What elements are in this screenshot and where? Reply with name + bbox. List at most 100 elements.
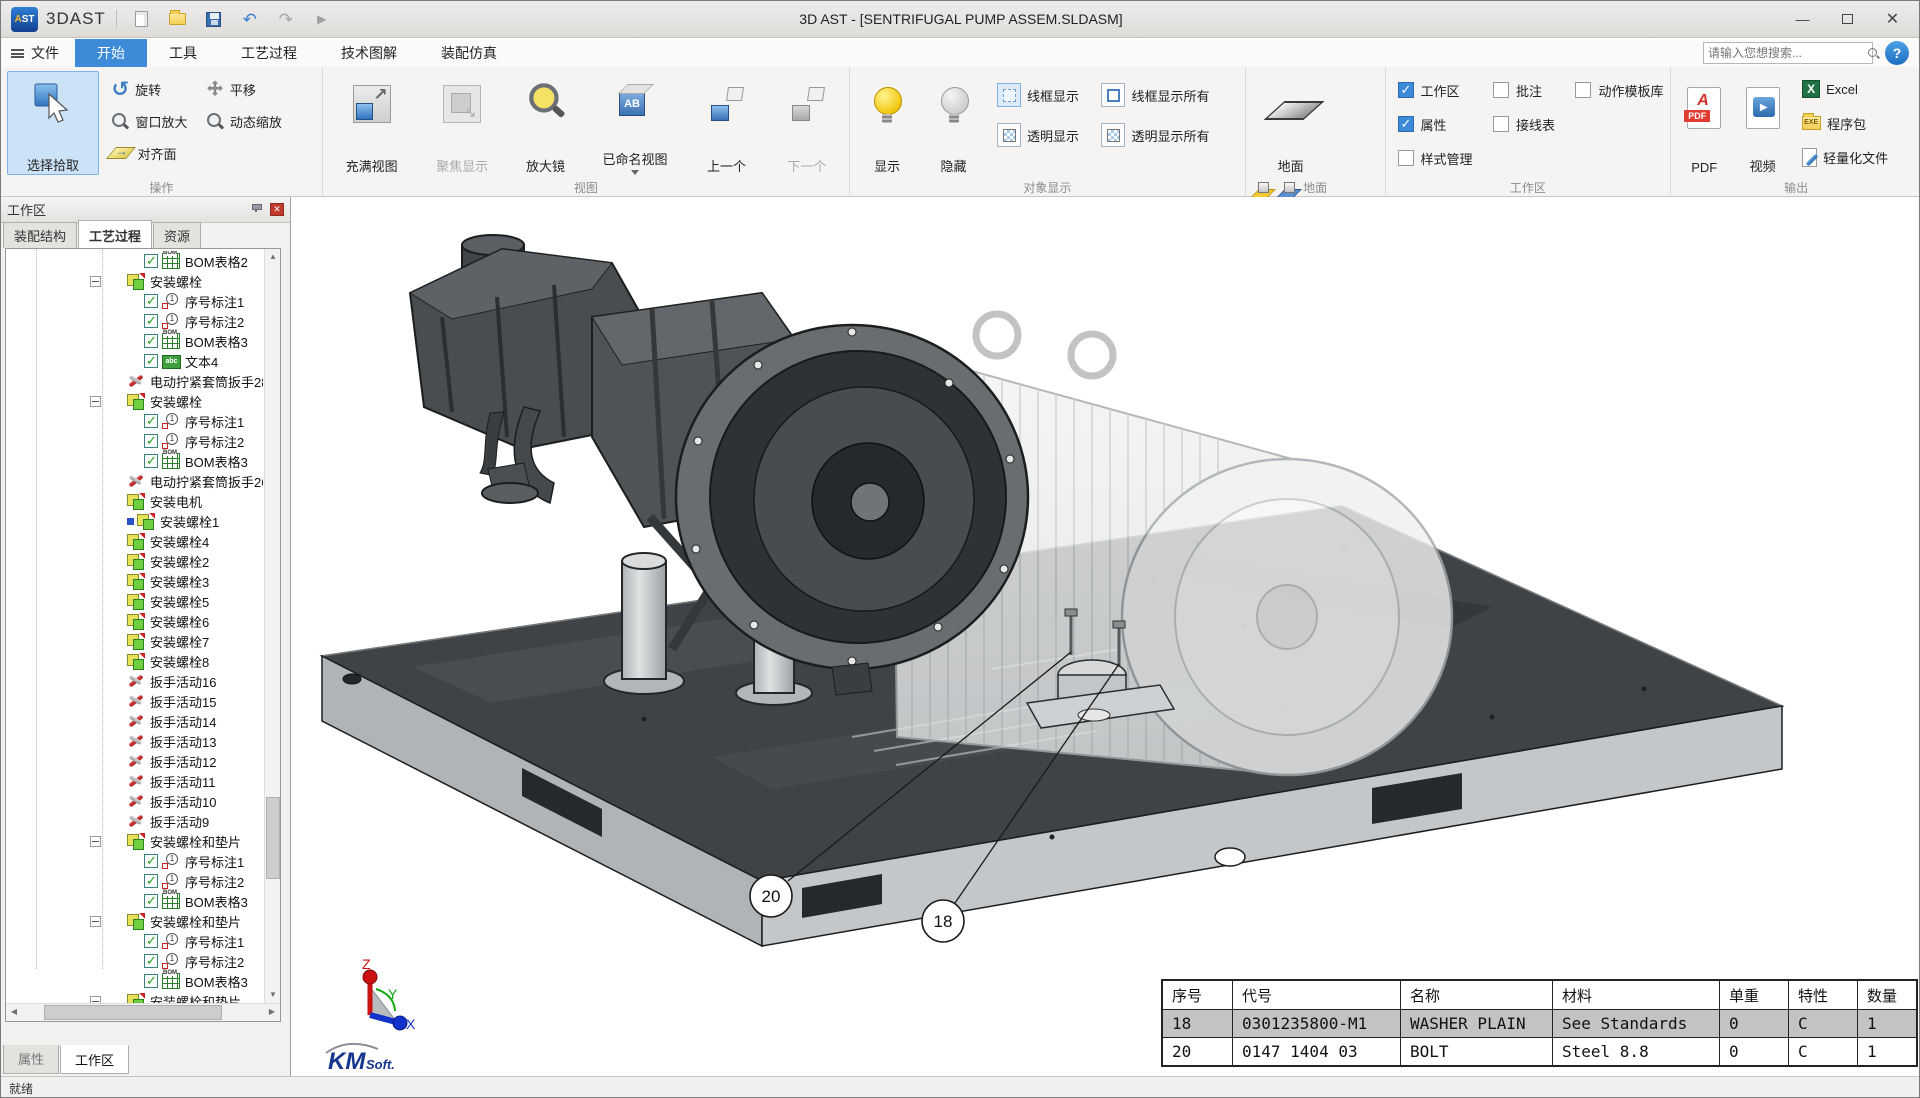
tree-item[interactable]: 安装螺栓和垫片 <box>6 911 263 931</box>
tree-item[interactable]: BOM表格3 <box>6 891 263 911</box>
tree-item[interactable]: 安装螺栓和垫片 <box>6 831 263 851</box>
tree-item[interactable]: 序号标注2 <box>6 431 263 451</box>
close-button[interactable]: ✕ <box>1870 1 1915 37</box>
collapse-icon[interactable] <box>90 916 101 927</box>
file-menu[interactable]: 文件 <box>1 39 75 67</box>
tree-item[interactable]: 扳手活动9 <box>6 811 263 831</box>
tree-item-checkbox[interactable] <box>144 454 158 468</box>
save-button[interactable] <box>199 6 229 32</box>
tree-item[interactable]: 电动拧紧套筒扳手26 <box>6 471 263 491</box>
tree-item-checkbox[interactable] <box>144 894 158 908</box>
tree-item[interactable]: 扳手活动14 <box>6 711 263 731</box>
align-face-button[interactable]: 对齐面 <box>111 137 187 169</box>
tree-item[interactable]: 安装螺栓4 <box>6 531 263 551</box>
new-file-button[interactable] <box>127 6 157 32</box>
pan-button[interactable]: 平移 <box>206 73 282 105</box>
tree-item[interactable]: 安装螺栓6 <box>6 611 263 631</box>
tree-item[interactable]: 序号标注1 <box>6 931 263 951</box>
vertical-scroll-thumb[interactable] <box>266 797 280 879</box>
select-pick-button[interactable]: 选择拾取 <box>7 71 99 175</box>
redo-button[interactable]: ↷ <box>271 6 301 32</box>
ground-button[interactable]: 地面 <box>1252 71 1330 175</box>
horizontal-scroll-thumb[interactable] <box>44 1005 222 1020</box>
wiring-table-toggle[interactable]: 接线表 <box>1493 107 1555 141</box>
help-button[interactable]: ? <box>1885 41 1909 65</box>
tree-item[interactable]: 电动拧紧套筒扳手28 <box>6 371 263 391</box>
balloon-20[interactable]: 20 <box>750 875 792 917</box>
quick-access-more-button[interactable]: ▶ <box>307 6 337 32</box>
show-button[interactable]: 显示 <box>856 71 918 175</box>
collapse-icon[interactable] <box>90 836 101 847</box>
rotate-button[interactable]: ↺旋转 <box>111 73 187 105</box>
collapse-icon[interactable] <box>90 276 101 287</box>
dynamic-zoom-button[interactable]: 动态缩放 <box>206 105 282 137</box>
3d-viewport[interactable]: 20 18 Z Y X K <box>292 197 1920 1076</box>
tree-item[interactable]: 安装螺栓 <box>6 391 263 411</box>
named-views-button[interactable]: 已命名视图 <box>586 71 684 175</box>
tree-item[interactable]: 安装螺栓2 <box>6 551 263 571</box>
tree-item[interactable]: 安装螺栓5 <box>6 591 263 611</box>
tree-item-checkbox[interactable] <box>144 334 158 348</box>
tree-item[interactable]: 扳手活动12 <box>6 751 263 771</box>
previous-view-button[interactable]: 上一个 <box>688 71 764 175</box>
panel-close-button[interactable]: ✕ <box>270 203 284 216</box>
tree-item-checkbox[interactable] <box>144 854 158 868</box>
tree-item[interactable]: 序号标注2 <box>6 311 263 331</box>
collapse-icon[interactable] <box>90 996 101 1004</box>
tree-item[interactable]: 安装螺栓和垫片 <box>6 991 263 1003</box>
tree-item[interactable]: 序号标注1 <box>6 411 263 431</box>
tree-item[interactable]: BOM表格3 <box>6 971 263 991</box>
bom-table-row[interactable]: 20 0147 1404 03 BOLT Steel 8.8 0 C 1 <box>1163 1037 1916 1065</box>
search-icon[interactable] <box>1867 47 1880 60</box>
transparent-all-button[interactable]: 透明显示所有 <box>1101 119 1209 151</box>
panel-bottom-tab[interactable]: 工作区 <box>60 1045 129 1074</box>
tree-item[interactable]: 扳手活动13 <box>6 731 263 751</box>
ribbon-tab[interactable]: 开始 <box>75 39 147 67</box>
wireframe-all-button[interactable]: 线框显示所有 <box>1101 79 1209 111</box>
scroll-left-icon[interactable]: ◀ <box>6 1004 22 1020</box>
fit-view-button[interactable]: 充满视图 <box>329 71 415 175</box>
tree-item[interactable]: BOM表格3 <box>6 331 263 351</box>
wireframe-display-button[interactable]: 线框显示 <box>997 79 1079 111</box>
horizontal-scrollbar[interactable]: ◀ ▶ <box>6 1003 280 1021</box>
panel-tab[interactable]: 工艺过程 <box>78 220 152 248</box>
tree-item-checkbox[interactable] <box>144 434 158 448</box>
window-zoom-button[interactable]: 窗口放大 <box>111 105 187 137</box>
collapse-icon[interactable] <box>90 396 101 407</box>
panel-tab[interactable]: 装配结构 <box>3 222 77 248</box>
tree-item[interactable]: 序号标注1 <box>6 291 263 311</box>
tree-item[interactable]: 扳手活动11 <box>6 771 263 791</box>
tree-item[interactable]: 扳手活动10 <box>6 791 263 811</box>
export-package-button[interactable]: 程序包 <box>1802 107 1888 139</box>
ribbon-tab[interactable]: 工具 <box>147 39 219 67</box>
property-toggle[interactable]: 属性 <box>1398 107 1473 141</box>
tree-item-checkbox[interactable] <box>144 974 158 988</box>
hide-button[interactable]: 隐藏 <box>923 71 985 175</box>
ribbon-tab[interactable]: 技术图解 <box>319 39 419 67</box>
tree-item[interactable]: 序号标注1 <box>6 851 263 871</box>
search-box[interactable] <box>1703 42 1873 64</box>
tree-item-checkbox[interactable] <box>144 314 158 328</box>
style-management-toggle[interactable]: 样式管理 <box>1398 141 1473 175</box>
export-video-button[interactable]: ▶ 视频 <box>1736 71 1790 175</box>
tree-item[interactable]: 安装螺栓7 <box>6 631 263 651</box>
scroll-down-icon[interactable]: ▼ <box>265 987 281 1003</box>
ribbon-tab[interactable]: 工艺过程 <box>219 39 319 67</box>
scroll-up-icon[interactable]: ▲ <box>265 249 281 265</box>
panel-bottom-tab[interactable]: 属性 <box>3 1045 59 1074</box>
bom-table-row[interactable]: 18 0301235800-M1 WASHER PLAIN See Standa… <box>1163 1009 1916 1037</box>
scroll-right-icon[interactable]: ▶ <box>264 1004 280 1020</box>
tree-item[interactable]: 安装电机 <box>6 491 263 511</box>
tree-item-checkbox[interactable] <box>144 954 158 968</box>
ribbon-tab[interactable]: 装配仿真 <box>419 39 519 67</box>
tree-item[interactable]: BOM表格3 <box>6 451 263 471</box>
vertical-scrollbar[interactable]: ▲ ▼ <box>264 249 280 1003</box>
tree-item-checkbox[interactable] <box>144 414 158 428</box>
tree-item[interactable]: BOM表格2 <box>6 251 263 271</box>
tree-item[interactable]: 安装螺栓1 <box>6 511 263 531</box>
tree-item[interactable]: 扳手活动16 <box>6 671 263 691</box>
maximize-button[interactable] <box>1825 1 1870 37</box>
export-light-file-button[interactable]: 轻量化文件 <box>1802 141 1888 173</box>
workspace-toggle[interactable]: 工作区 <box>1398 73 1473 107</box>
action-template-toggle[interactable]: 动作模板库 <box>1575 73 1663 107</box>
